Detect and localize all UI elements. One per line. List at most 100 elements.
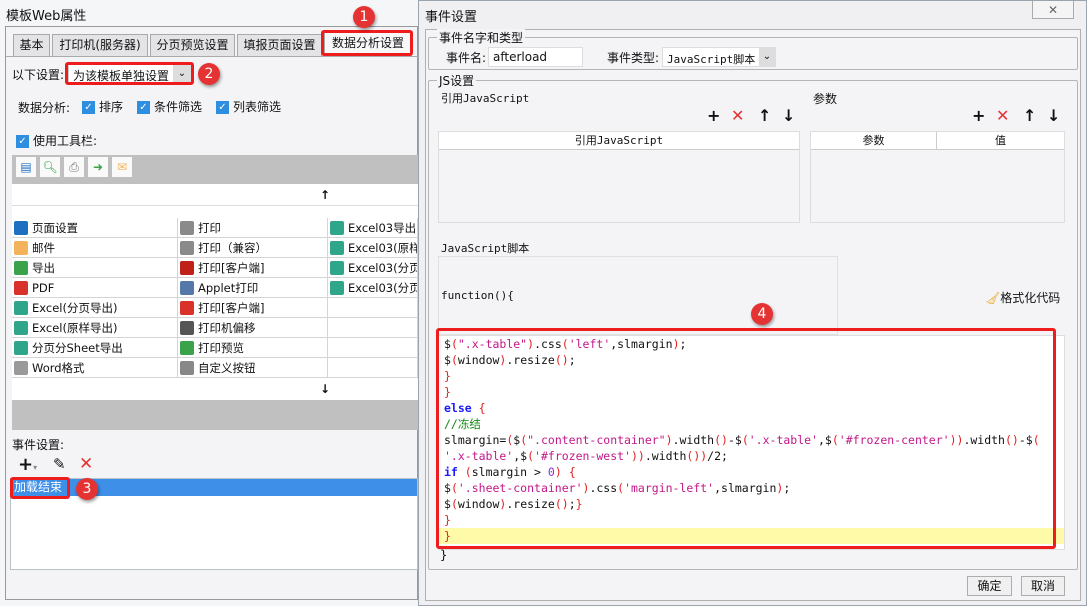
list-filter-checkbox[interactable]: ✓ 列表筛选 [216, 98, 281, 115]
toolbar-item[interactable]: 导出 [12, 258, 178, 278]
toolbar-item[interactable]: 打印（兼容） [178, 238, 328, 258]
move-icon [180, 321, 194, 335]
toolbar-item[interactable]: 打印机偏移 [178, 318, 328, 338]
toolbar-item-label: 打印[客户端] [198, 261, 265, 275]
down-param-icon[interactable]: ↓ [1047, 106, 1060, 125]
empty-cell [328, 338, 418, 358]
toolbar-item[interactable]: 自定义按钮 [178, 358, 328, 378]
print-icon [180, 241, 194, 255]
window-title: 模板Web属性 [6, 9, 87, 24]
event-type-value: JavaScript脚本 [667, 53, 756, 66]
event-list: 加载结束 [10, 478, 418, 570]
checkbox-label: 排序 [99, 100, 124, 114]
excel-icon [14, 321, 28, 335]
toolbar-item-label: 页面设置 [32, 221, 78, 235]
highlight-event [10, 477, 70, 499]
close-button[interactable]: ✕ [1032, 1, 1074, 19]
move-up-arrow-icon[interactable]: ↑ [12, 184, 418, 206]
toolbar-item[interactable]: PDF [12, 278, 178, 298]
cancel-button[interactable]: 取消 [1021, 576, 1065, 596]
toolbar-item-label: 打印（兼容） [198, 241, 267, 255]
toolbar-item-label: Excel03导出 [348, 221, 417, 235]
analysis-label: 数据分析: [18, 101, 71, 115]
add-event-button[interactable]: +▾ [18, 454, 37, 475]
tab-printer[interactable]: 打印机(服务器) [52, 34, 148, 56]
toolbar-item[interactable]: 分页分Sheet导出 [12, 338, 178, 358]
toolbar-item[interactable]: Excel(原样导出) [12, 318, 178, 338]
toolbar-item-label: PDF [32, 281, 55, 295]
print-icon[interactable]: ⎙ [64, 157, 84, 177]
toolbar-item[interactable]: 邮件 [12, 238, 178, 258]
toolbar-item-label: Excel03(分页 [348, 281, 418, 295]
toolbar-item[interactable]: Excel03导出 [328, 218, 418, 238]
print-preview-icon [180, 341, 194, 355]
format-code-button[interactable]: 🧹︎格式化代码 [985, 289, 1060, 306]
use-toolbar-checkbox[interactable]: ✓ 使用工具栏: [16, 132, 97, 149]
toolbar-item[interactable]: Excel03(原样 [328, 238, 418, 258]
down-ref-icon[interactable]: ↓ [782, 106, 795, 125]
settings-label: 以下设置: [12, 68, 65, 82]
up-param-icon[interactable]: ↑ [1023, 106, 1036, 125]
toolbar-item-label: Excel(原样导出) [32, 321, 118, 335]
tab-basic[interactable]: 基本 [13, 34, 50, 56]
checkbox-label: 条件筛选 [154, 100, 203, 114]
dialog-title: 事件设置 [425, 10, 478, 25]
tab-page-preview[interactable]: 分页预览设置 [150, 34, 235, 56]
email-icon[interactable]: ✉ [112, 157, 132, 177]
toolbar-item[interactable]: 页面设置 [12, 218, 178, 238]
event-item-afterload[interactable]: 加载结束 [11, 479, 417, 496]
toolbar-item-label: 自定义按钮 [198, 361, 256, 375]
check-icon: ✓ [82, 101, 95, 114]
tab-fill-page[interactable]: 填报页面设置 [237, 34, 322, 56]
word-icon [14, 361, 28, 375]
up-ref-icon[interactable]: ↑ [758, 106, 771, 125]
toolbar-item-label: Word格式 [32, 361, 85, 375]
toolbar-item-label: 打印 [198, 221, 221, 235]
export-icon[interactable]: ➜ [88, 157, 108, 177]
left-window: 模板Web属性 基本 打印机(服务器) 分页预览设置 填报页面设置 数据分析设置… [0, 0, 418, 606]
excel-icon [330, 221, 344, 235]
edit-pencil-icon[interactable]: ✎ [53, 455, 66, 473]
export-icon [14, 261, 28, 275]
event-name-input[interactable]: afterload [488, 47, 583, 67]
params-header-name: 参数 [811, 132, 937, 150]
function-header: function(){ [441, 289, 514, 302]
delete-ref-icon[interactable]: ✕ [731, 106, 744, 125]
params-table: 参数 值 [810, 131, 1065, 223]
event-type-select[interactable]: JavaScript脚本 ⌄ [662, 47, 776, 67]
highlight-select [65, 62, 194, 85]
add-param-icon[interactable]: + [972, 106, 985, 125]
annotation-badge: 1 [353, 6, 375, 28]
toolbar-item-label: Excel03(分页 [348, 261, 418, 275]
email-icon [14, 241, 28, 255]
sort-checkbox[interactable]: ✓ 排序 [82, 98, 123, 115]
toolbar-item[interactable]: Applet打印 [178, 278, 328, 298]
page-setup-icon[interactable]: ▤ [16, 157, 36, 177]
event-name-label: 事件名: [446, 51, 487, 65]
ok-button[interactable]: 确定 [967, 576, 1012, 596]
print-preview-icon[interactable]: 🔍︎ [40, 157, 60, 177]
toolbar-item[interactable]: Excel(分页导出) [12, 298, 178, 318]
annotation-badge: 2 [198, 63, 220, 85]
toolbar-item[interactable]: Word格式 [12, 358, 178, 378]
print-icon [180, 221, 194, 235]
excel-icon [330, 261, 344, 275]
move-down-arrow-icon[interactable]: ↓ [12, 378, 418, 400]
add-ref-icon[interactable]: + [707, 106, 720, 125]
gear-icon [180, 361, 194, 375]
checkbox-label: 使用工具栏: [33, 134, 98, 148]
toolbar-item[interactable]: 打印 [178, 218, 328, 238]
delete-param-icon[interactable]: ✕ [996, 106, 1009, 125]
java-icon [180, 281, 194, 295]
empty-cell [328, 298, 418, 318]
empty-cell [328, 318, 418, 338]
condition-filter-checkbox[interactable]: ✓ 条件筛选 [137, 98, 202, 115]
toolbar-item[interactable]: 打印[客户端] [178, 258, 328, 278]
excel-icon [330, 281, 344, 295]
delete-event-icon[interactable]: ✕ [79, 454, 93, 474]
function-footer: } [440, 548, 448, 562]
toolbar-item[interactable]: Excel03(分页 [328, 258, 418, 278]
toolbar-item[interactable]: Excel03(分页 [328, 278, 418, 298]
toolbar-item[interactable]: 打印预览 [178, 338, 328, 358]
toolbar-item[interactable]: 打印[客户端] [178, 298, 328, 318]
